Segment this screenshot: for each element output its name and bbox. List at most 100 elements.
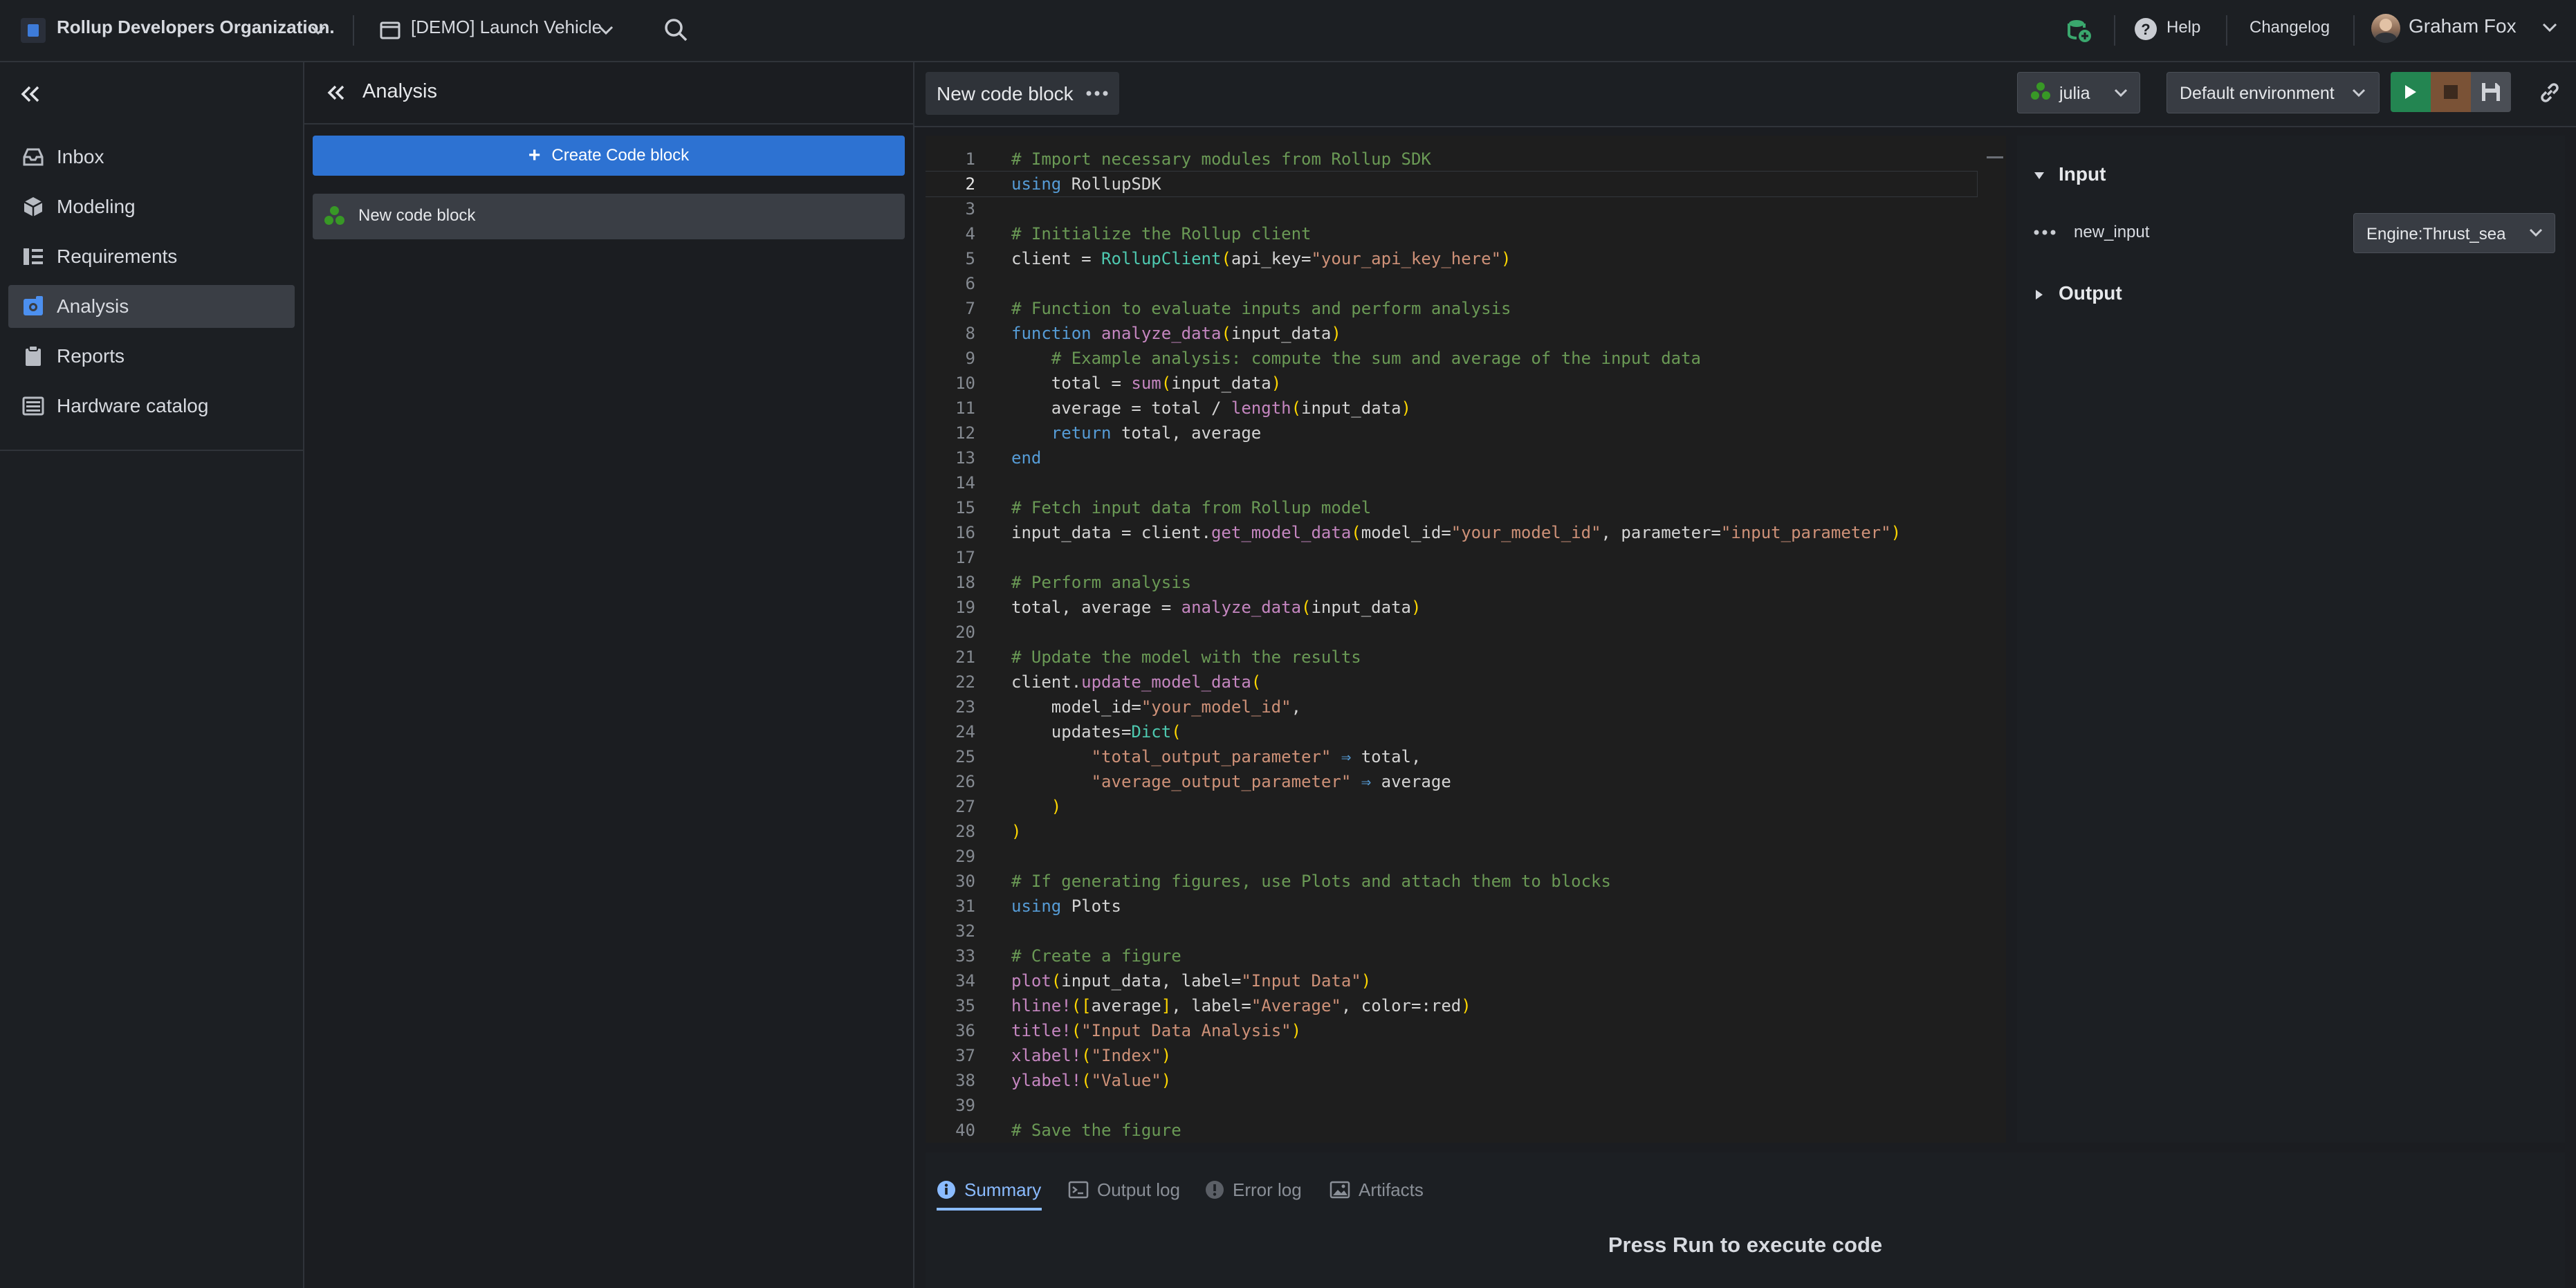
code-line[interactable]: 28) <box>926 819 1977 844</box>
code-text: # Create a figure <box>1011 946 1181 966</box>
code-text: ) <box>1051 797 1062 816</box>
environment-status-icon[interactable] <box>2064 15 2095 46</box>
code-line[interactable]: 30 # If generating figures, use Plots and… <box>926 869 1977 894</box>
code-line[interactable]: 14 <box>926 470 1977 495</box>
code-line[interactable]: 29 <box>926 844 1977 869</box>
code-line[interactable]: 7 # Function to evaluate inputs and perfo… <box>926 296 1977 321</box>
code-text: average = total / length(input_data) <box>1011 398 1411 418</box>
changelog-link[interactable]: Changelog <box>2250 18 2330 37</box>
line-number: 37 <box>955 1046 975 1065</box>
output-section-title[interactable]: Output <box>2059 282 2122 304</box>
save-button[interactable] <box>2471 72 2511 112</box>
line-number: 1 <box>965 149 975 169</box>
code-line[interactable]: 19 total, average = analyze_data(input_da… <box>926 595 1977 620</box>
active-tab-indicator <box>937 1208 1042 1211</box>
help-icon[interactable]: ? <box>2132 15 2160 43</box>
code-line[interactable]: 11 average = total / length(input_data) <box>926 396 1977 421</box>
more-options-icon[interactable] <box>2032 226 2057 239</box>
code-line[interactable]: 36 title!("Input Data Analysis") <box>926 1018 1977 1043</box>
search-icon[interactable] <box>660 14 692 46</box>
code-line[interactable]: 2 using RollupSDK <box>926 171 1978 197</box>
code-line[interactable]: 40 # Save the figure <box>926 1118 1977 1143</box>
line-number: 17 <box>955 548 975 567</box>
code-editor[interactable]: 1 # Import necessary modules from Rollup … <box>926 136 2006 1143</box>
nav-item-requirements[interactable]: Requirements <box>8 235 295 278</box>
caret-down-icon[interactable] <box>2031 167 2048 184</box>
code-line[interactable]: 15 # Fetch input data from Rollup model <box>926 495 1977 520</box>
more-options-icon[interactable] <box>1085 84 1110 102</box>
tab-title: New code block <box>937 83 1074 104</box>
run-button[interactable] <box>2391 72 2431 112</box>
org-logo[interactable] <box>21 18 46 43</box>
code-line[interactable]: 38 ylabel!("Value") <box>926 1068 1977 1093</box>
code-line[interactable]: 39 <box>926 1093 1977 1118</box>
code-line[interactable]: 37 xlabel!("Index") <box>926 1043 1977 1068</box>
environment-select[interactable]: Default environment <box>2166 72 2380 113</box>
tab-output-log[interactable]: Output log <box>1068 1169 1180 1211</box>
list-item[interactable]: New code block <box>313 194 905 239</box>
editor-toolbar: New code block julia Default environment <box>914 62 2576 127</box>
code-line[interactable]: 33 # Create a figure <box>926 944 1977 968</box>
nav-item-reports[interactable]: Reports <box>8 335 295 378</box>
code-line[interactable]: 6 <box>926 271 1977 296</box>
code-line[interactable]: 17 <box>926 545 1977 570</box>
user-name[interactable]: Graham Fox <box>2409 15 2517 37</box>
code-line[interactable]: 25 "total_output_parameter" ⇒ total, <box>926 744 1977 769</box>
code-line[interactable]: 12 return total, average <box>926 421 1977 445</box>
tab-label: Summary <box>964 1179 1042 1200</box>
create-code-block-button[interactable]: + Create Code block <box>313 136 905 176</box>
tab-summary[interactable]: Summary <box>937 1169 1041 1211</box>
code-line[interactable]: 13 end <box>926 445 1977 470</box>
chevron-down-icon <box>2112 85 2130 100</box>
chevron-down-icon[interactable] <box>595 19 617 42</box>
avatar[interactable] <box>2371 14 2400 43</box>
collapse-panel-icon[interactable] <box>324 80 349 105</box>
tab-error-log[interactable]: Error log <box>1205 1169 1302 1211</box>
code-line[interactable]: 20 <box>926 620 1977 645</box>
project-name[interactable]: [DEMO] Launch Vehicle <box>411 17 602 38</box>
nav-item-inbox[interactable]: Inbox <box>8 136 295 178</box>
line-number: 34 <box>955 971 975 991</box>
code-line[interactable]: 5 client = RollupClient(api_key="your_api… <box>926 246 1977 271</box>
nav-item-analysis[interactable]: Analysis <box>8 285 295 328</box>
code-line[interactable]: 1 # Import necessary modules from Rollup … <box>926 147 1977 172</box>
code-line[interactable]: 23 model_id="your_model_id", <box>926 694 1977 719</box>
input-name[interactable]: new_input <box>2074 223 2149 242</box>
code-line[interactable]: 24 updates=Dict( <box>926 719 1977 744</box>
code-line[interactable]: 21 # Update the model with the results <box>926 645 1977 670</box>
line-number: 27 <box>955 797 975 816</box>
help-link[interactable]: Help <box>2166 18 2200 37</box>
input-section-title[interactable]: Input <box>2059 163 2106 185</box>
language-select[interactable]: julia <box>2017 72 2140 113</box>
editor-tab[interactable]: New code block <box>926 72 1119 115</box>
stop-button[interactable] <box>2431 72 2471 112</box>
code-line[interactable]: 27 ) <box>926 794 1977 819</box>
code-line[interactable]: 35 hline!([average], label="Average", col… <box>926 993 1977 1018</box>
chevron-down-icon[interactable] <box>307 19 329 42</box>
code-line[interactable]: 4 # Initialize the Rollup client <box>926 221 1977 246</box>
code-line[interactable]: 10 total = sum(input_data) <box>926 371 1977 396</box>
chevron-down-icon[interactable] <box>2539 17 2561 39</box>
code-text: # Import necessary modules from Rollup S… <box>1011 149 1431 169</box>
code-line[interactable]: 8 function analyze_data(input_data) <box>926 321 1977 346</box>
tab-artifacts[interactable]: Artifacts <box>1330 1169 1424 1211</box>
org-name[interactable]: Rollup Developers Organization. <box>57 17 335 38</box>
code-line[interactable]: 34 plot(input_data, label="Input Data") <box>926 968 1977 993</box>
collapse-sidebar-icon[interactable] <box>17 80 44 108</box>
code-line[interactable]: 16 input_data = client.get_model_data(mod… <box>926 520 1977 545</box>
nav-item-hardware-catalog[interactable]: Hardware catalog <box>8 385 295 427</box>
code-line[interactable]: 22 client.update_model_data( <box>926 670 1977 694</box>
code-line[interactable]: 31 using Plots <box>926 894 1977 919</box>
line-number: 14 <box>955 473 975 493</box>
code-line[interactable]: 32 <box>926 919 1977 944</box>
code-line[interactable]: 26 "average_output_parameter" ⇒ average <box>926 769 1977 794</box>
nav-item-modeling[interactable]: Modeling <box>8 185 295 228</box>
stop-icon <box>2444 85 2458 99</box>
code-line[interactable]: 18 # Perform analysis <box>926 570 1977 595</box>
input-value-select[interactable]: Engine:Thrust_sea <box>2353 213 2555 253</box>
code-line[interactable]: 3 <box>926 196 1977 221</box>
link-icon[interactable] <box>2533 76 2566 109</box>
code-line[interactable]: 9 # Example analysis: compute the sum an… <box>926 346 1977 371</box>
line-number: 29 <box>955 847 975 866</box>
caret-right-icon[interactable] <box>2031 286 2048 303</box>
